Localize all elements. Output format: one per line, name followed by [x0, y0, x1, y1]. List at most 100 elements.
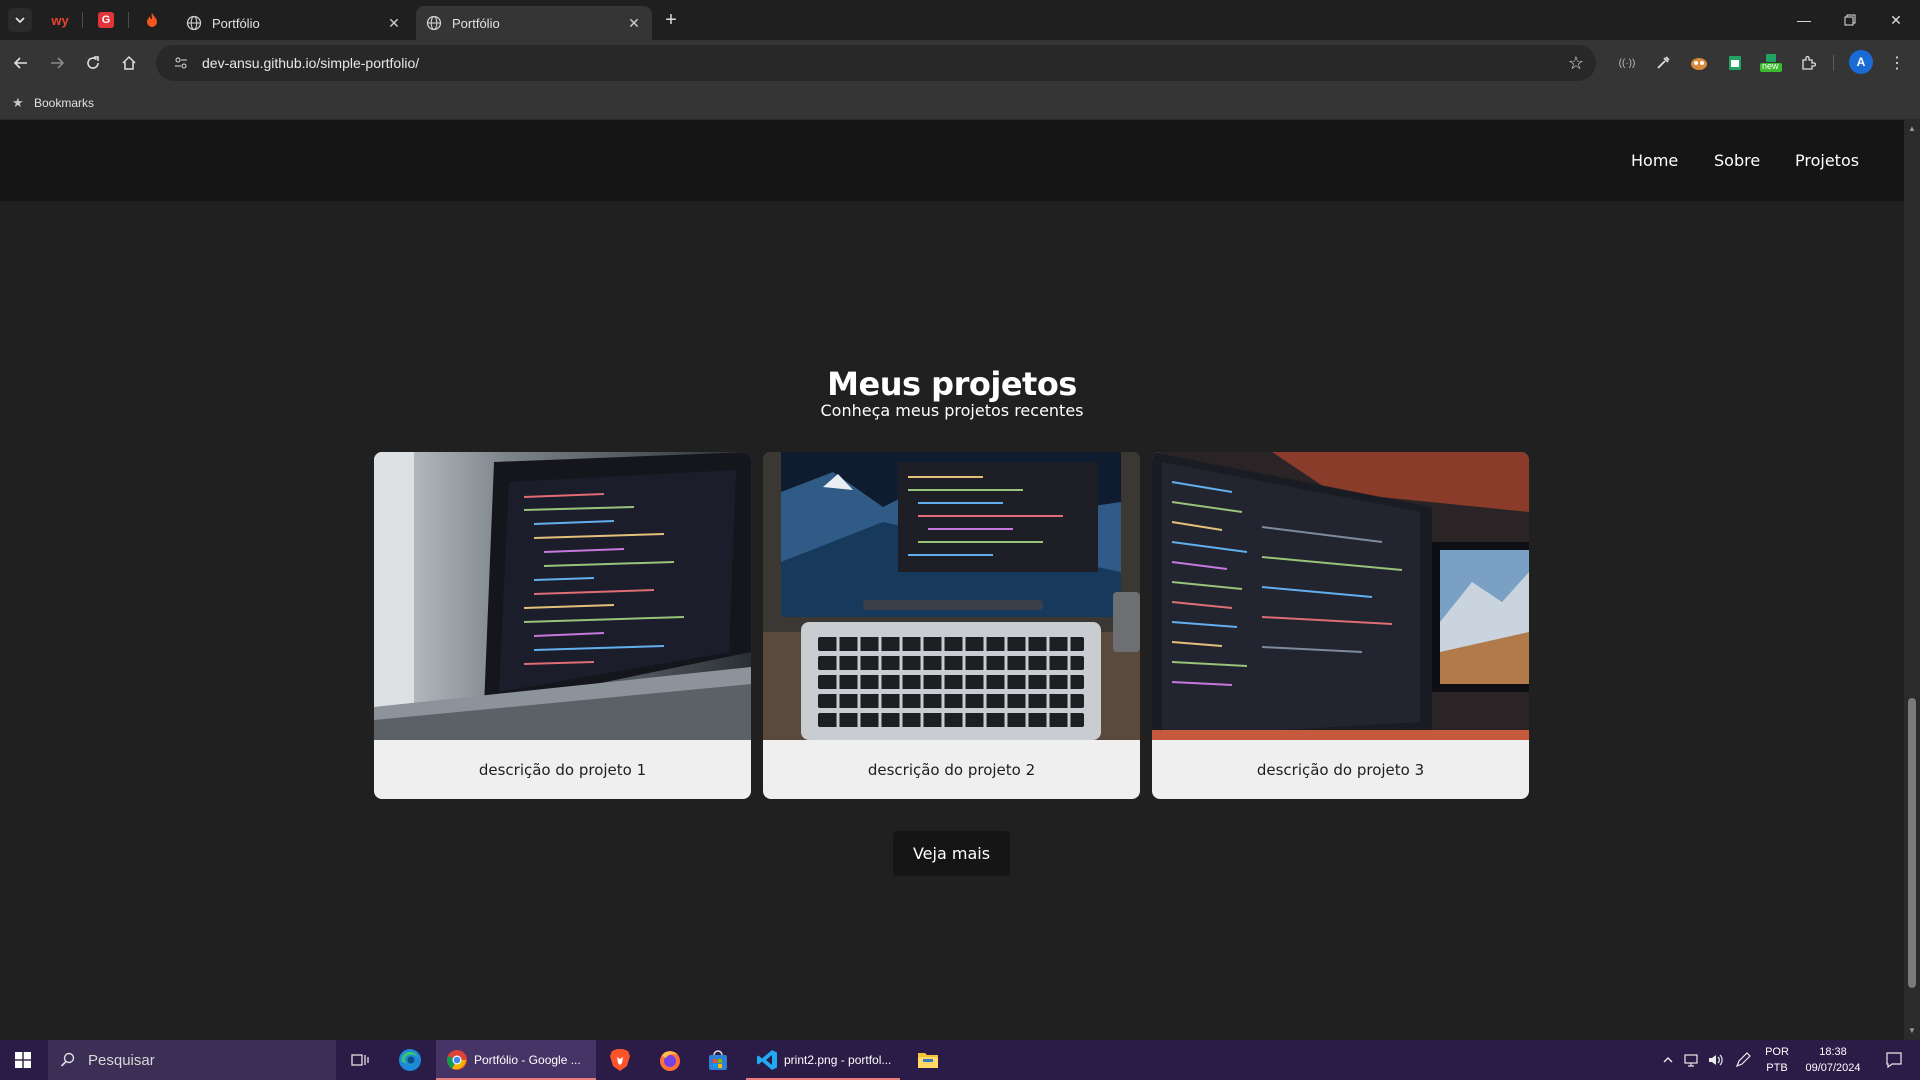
nav-link-projetos[interactable]: Projetos — [1795, 151, 1859, 170]
taskbar-firefox[interactable] — [646, 1040, 694, 1080]
chevron-up-icon — [1663, 1057, 1673, 1063]
tab-search-button[interactable] — [8, 8, 32, 32]
tab-portfolio-1[interactable]: Portfólio ✕ — [176, 6, 412, 40]
menu-kebab-icon[interactable]: ⋮ — [1886, 52, 1908, 74]
search-icon — [60, 1052, 75, 1067]
arrow-right-icon — [51, 57, 65, 69]
nav-link-home[interactable]: Home — [1631, 151, 1678, 170]
reload-button[interactable] — [78, 48, 108, 78]
taskbar-store[interactable] — [694, 1040, 742, 1080]
task-view-icon — [351, 1054, 369, 1066]
tab-strip: wy G Portfólio ✕ Portfólio ✕ + — ✕ — [0, 0, 1920, 40]
page-scrollbar[interactable]: ▲ ▼ — [1904, 120, 1920, 1040]
edge-icon — [399, 1049, 421, 1071]
network-tray-button[interactable] — [1680, 1040, 1704, 1080]
windows-logo-icon — [15, 1052, 31, 1068]
mascot-extension-icon[interactable] — [1688, 52, 1710, 74]
input-language[interactable]: POR PTB — [1760, 1044, 1794, 1076]
notifications-button[interactable] — [1876, 1040, 1912, 1080]
site-navbar: Home Sobre Projetos — [0, 120, 1904, 201]
project-image-laptop-code — [374, 452, 751, 740]
start-button[interactable] — [0, 1040, 46, 1080]
section-title: Meus projetos — [827, 365, 1077, 403]
project-card-3[interactable]: descrição do projeto 3 — [1152, 452, 1529, 799]
minimize-button[interactable]: — — [1781, 0, 1827, 40]
wy-logo-icon: wy — [51, 12, 69, 28]
g-logo-icon: G — [98, 12, 114, 28]
close-icon: ✕ — [1890, 11, 1902, 28]
system-clock[interactable]: 18:38 09/07/2024 — [1793, 1044, 1873, 1076]
taskbar-vscode-window[interactable]: print2.png - portfol... — [746, 1040, 900, 1080]
scrollbar-thumb[interactable] — [1908, 698, 1916, 988]
taskbar-app-label: print2.png - portfol... — [784, 1053, 892, 1067]
home-button[interactable] — [114, 48, 144, 78]
sheets-extension-icon[interactable] — [1724, 52, 1746, 74]
profile-avatar[interactable]: A — [1849, 50, 1873, 74]
new-extension-icon[interactable]: new — [1760, 52, 1782, 74]
site-info-icon[interactable] — [170, 52, 192, 74]
chevron-down-icon — [15, 17, 25, 24]
taskbar-edge[interactable] — [386, 1040, 434, 1080]
taskbar-file-explorer[interactable] — [904, 1040, 952, 1080]
speaker-icon — [1709, 1054, 1723, 1066]
browser-toolbar: dev-ansu.github.io/simple-portfolio/ ☆ (… — [0, 40, 1920, 86]
volume-tray-button[interactable] — [1704, 1040, 1728, 1080]
restore-button[interactable] — [1827, 0, 1873, 40]
tab-portfolio-2[interactable]: Portfólio ✕ — [416, 6, 652, 40]
brave-icon — [610, 1049, 630, 1071]
project-card-1[interactable]: descrição do projeto 1 — [374, 452, 751, 799]
taskbar-brave[interactable] — [596, 1040, 644, 1080]
close-icon[interactable]: ✕ — [626, 15, 642, 31]
cast-extension-icon[interactable]: ((·)) — [1616, 52, 1638, 74]
pinned-tab-fire[interactable] — [138, 8, 166, 32]
taskbar-app-label: Portfólio - Google ... — [474, 1053, 581, 1067]
new-tab-button[interactable]: + — [657, 8, 685, 32]
chrome-icon — [447, 1050, 467, 1070]
address-bar[interactable]: dev-ansu.github.io/simple-portfolio/ ☆ — [156, 45, 1596, 81]
close-window-button[interactable]: ✕ — [1873, 0, 1919, 40]
folder-icon — [918, 1053, 938, 1068]
forward-button[interactable] — [42, 48, 72, 78]
pinned-separator — [128, 12, 129, 28]
bookmark-star-icon[interactable]: ☆ — [1566, 53, 1586, 73]
scroll-up-icon[interactable]: ▲ — [1907, 124, 1917, 134]
globe-icon — [426, 15, 442, 31]
pinned-tab-g[interactable]: G — [92, 8, 120, 32]
eyedropper-extension-icon[interactable] — [1652, 52, 1674, 74]
task-view-button[interactable] — [336, 1040, 384, 1080]
nav-link-sobre[interactable]: Sobre — [1714, 151, 1760, 170]
clock-time: 18:38 — [1819, 1046, 1847, 1058]
taskbar-search[interactable]: Pesquisar — [48, 1040, 336, 1080]
restore-icon — [1844, 14, 1856, 26]
bookmarks-bar: ★ Bookmarks — [0, 86, 1920, 120]
project-image-monitors — [1152, 452, 1529, 740]
pen-tray-button[interactable] — [1730, 1040, 1756, 1080]
show-hidden-icons-button[interactable] — [1656, 1040, 1680, 1080]
pinned-tab-wy[interactable]: wy — [46, 8, 74, 32]
keyboard-layout: PTB — [1766, 1062, 1788, 1074]
arrow-left-icon — [13, 57, 27, 69]
plus-icon: + — [665, 8, 677, 31]
section-subtitle: Conheça meus projetos recentes — [820, 401, 1084, 420]
clock-date: 09/07/2024 — [1805, 1062, 1861, 1074]
toolbar-separator — [1833, 55, 1834, 71]
project-card-2[interactable]: descrição do projeto 2 — [763, 452, 1140, 799]
back-button[interactable] — [6, 48, 36, 78]
url-text: dev-ansu.github.io/simple-portfolio/ — [202, 55, 420, 71]
taskbar-chrome-window[interactable]: Portfólio - Google ... — [436, 1040, 596, 1080]
project-description: descrição do projeto 2 — [867, 760, 1036, 779]
pen-icon — [1735, 1052, 1751, 1068]
network-icon — [1684, 1054, 1698, 1067]
minimize-icon: — — [1797, 12, 1811, 28]
see-more-button[interactable]: Veja mais — [893, 831, 1010, 876]
extension-badge: new — [1762, 61, 1779, 71]
close-icon[interactable]: ✕ — [386, 15, 402, 31]
bookmarks-folder[interactable]: Bookmarks — [34, 96, 94, 110]
reload-icon — [87, 56, 99, 69]
scroll-down-icon[interactable]: ▼ — [1907, 1026, 1917, 1036]
puzzle-extensions-icon[interactable] — [1797, 52, 1819, 74]
pinned-separator — [82, 12, 83, 28]
firefox-icon — [660, 1051, 680, 1071]
tab-title: Portfólio — [212, 15, 260, 31]
project-image-macbook-desk — [763, 452, 1140, 740]
